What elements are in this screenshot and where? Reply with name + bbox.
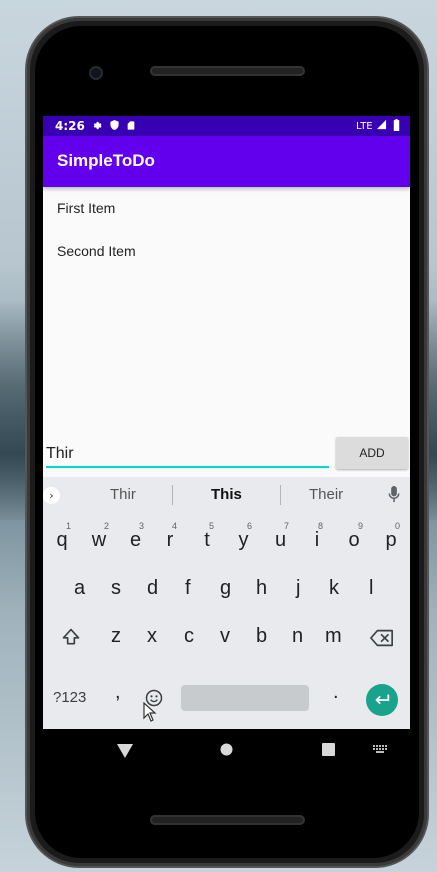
device-screen: 4:26 LTE SimpleToDo First Item Second It…	[43, 116, 410, 729]
new-item-input[interactable]	[46, 442, 329, 468]
key-p[interactable]: p0	[384, 521, 400, 552]
cursor-icon	[143, 702, 157, 722]
key-e[interactable]: e3	[129, 521, 144, 552]
todo-list: First Item Second Item	[43, 187, 410, 273]
app-bar: SimpleToDo	[43, 136, 410, 187]
key-hint: 6	[246, 521, 252, 531]
front-camera	[89, 66, 103, 80]
app-title: SimpleToDo	[57, 151, 155, 170]
enter-button[interactable]	[366, 684, 398, 716]
signal-icon	[376, 119, 386, 130]
key-hint: 7	[283, 521, 289, 531]
key-v[interactable]: v	[220, 625, 230, 648]
key-a[interactable]: a	[74, 577, 85, 600]
shield-icon	[109, 119, 119, 131]
key-q[interactable]: q1	[55, 521, 71, 552]
key-hint: 0	[394, 521, 400, 531]
key-label: o	[348, 529, 360, 551]
key-u[interactable]: u7	[274, 521, 289, 552]
status-bar: 4:26 LTE	[43, 116, 410, 136]
key-label: r	[166, 529, 174, 551]
space-bar[interactable]	[181, 685, 309, 711]
key-hint: 3	[138, 521, 144, 531]
soft-keyboard: › Thir This Their q1 w2 e3 r4 t5 y6 u7 i…	[43, 477, 410, 729]
key-label: e	[129, 529, 142, 551]
suggestion-divider	[172, 485, 173, 505]
status-notification-icons	[91, 119, 136, 133]
navigation-bar	[43, 729, 410, 773]
list-item[interactable]: First Item	[43, 187, 410, 230]
sim-card-icon	[127, 121, 135, 130]
key-k[interactable]: k	[329, 577, 339, 600]
key-y[interactable]: y6	[237, 521, 253, 552]
home-icon[interactable]	[220, 743, 233, 756]
key-d[interactable]: d	[147, 577, 158, 600]
key-hint: 8	[317, 521, 323, 531]
key-label: u	[274, 529, 287, 551]
suggestion-strip: › Thir This Their	[43, 477, 410, 513]
key-label: q	[56, 529, 68, 551]
key-period[interactable]: .	[333, 681, 339, 704]
key-g[interactable]: g	[220, 577, 231, 600]
key-i[interactable]: i8	[313, 521, 323, 552]
battery-icon	[393, 119, 400, 131]
key-hint: 1	[65, 521, 71, 531]
recents-icon[interactable]	[322, 743, 335, 756]
list-item[interactable]: Second Item	[43, 230, 410, 273]
key-t[interactable]: t5	[202, 521, 214, 552]
key-label: p	[385, 529, 397, 551]
key-hint: 4	[171, 521, 177, 531]
key-r[interactable]: r4	[165, 521, 177, 552]
back-icon[interactable]	[117, 744, 133, 758]
key-label: i	[314, 529, 320, 551]
key-hint: 2	[103, 521, 109, 531]
top-speaker	[150, 66, 305, 76]
key-f[interactable]: f	[185, 577, 191, 600]
key-j[interactable]: j	[296, 577, 300, 600]
settings-icon	[93, 121, 102, 130]
key-b[interactable]: b	[256, 625, 267, 648]
suggestion-divider	[280, 485, 281, 505]
key-label: t	[204, 529, 210, 551]
key-label: w	[91, 529, 107, 551]
key-symbols[interactable]: ?123	[53, 689, 86, 706]
key-hint: 9	[357, 521, 363, 531]
key-hint: 5	[208, 521, 214, 531]
key-w[interactable]: w2	[91, 521, 109, 552]
key-l[interactable]: l	[369, 577, 373, 600]
enter-icon	[375, 694, 390, 705]
key-n[interactable]: n	[292, 625, 303, 648]
key-c[interactable]: c	[184, 625, 194, 648]
status-system-icons: LTE	[356, 119, 400, 132]
key-comma[interactable]: ,	[115, 681, 121, 704]
key-x[interactable]: x	[147, 625, 157, 648]
network-type: LTE	[356, 121, 373, 132]
shift-icon[interactable]	[61, 627, 81, 647]
key-s[interactable]: s	[111, 577, 121, 600]
mic-icon[interactable]	[388, 486, 400, 503]
expand-toolbar-icon[interactable]: ›	[43, 487, 60, 504]
key-z[interactable]: z	[111, 625, 121, 648]
key-m[interactable]: m	[325, 625, 342, 648]
backspace-icon[interactable]	[370, 629, 394, 647]
bottom-speaker	[150, 815, 305, 825]
suggestion-2[interactable]: This	[211, 486, 242, 503]
key-h[interactable]: h	[256, 577, 267, 600]
suggestion-3[interactable]: Their	[309, 486, 343, 503]
add-item-row: ADD	[43, 434, 410, 472]
key-o[interactable]: o9	[347, 521, 363, 552]
key-label: y	[238, 529, 249, 551]
keyboard-icon[interactable]	[373, 745, 388, 754]
status-time: 4:26	[55, 119, 85, 133]
suggestion-1[interactable]: Thir	[110, 486, 136, 503]
add-button[interactable]: ADD	[336, 437, 408, 469]
